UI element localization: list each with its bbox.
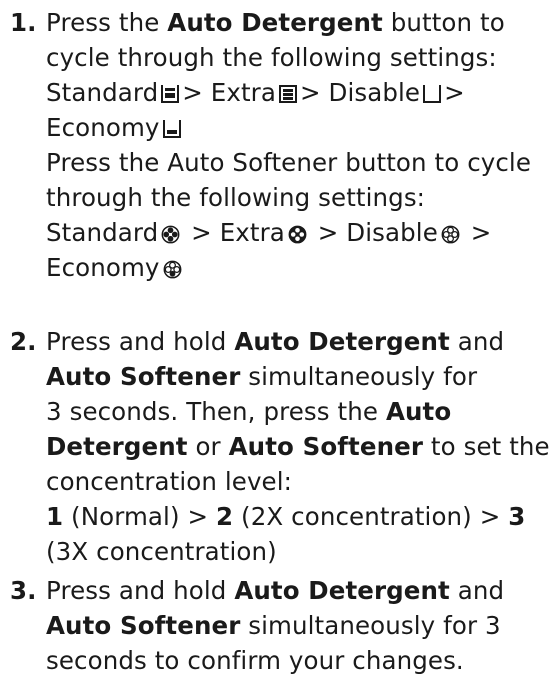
text: Press and hold [46, 576, 235, 605]
step-1-line-2: cycle through the following settings: [46, 43, 497, 72]
step-3-content: Press and hold Auto Detergent and Auto S… [46, 573, 550, 678]
auto-softener-label: Auto Softener [46, 611, 241, 640]
step-2-line-4: Detergent or Auto Softener to set the [46, 429, 550, 464]
detergent-settings-line: Standard > Extra > Disable > [46, 75, 550, 110]
level-3: 3 [508, 502, 526, 531]
setting-extra: Extra [219, 218, 285, 247]
detergent-standard-icon [161, 85, 180, 103]
auto-softener-label: Auto Softener [228, 432, 424, 461]
setting-standard: Standard [46, 78, 159, 107]
step-3: 3. Press and hold Auto Detergent and Aut… [0, 573, 550, 678]
step-2: 2. Press and hold Auto Detergent and Aut… [0, 324, 550, 569]
step-3-line-3: seconds to confirm your changes. [46, 646, 464, 675]
auto-label: Auto [385, 397, 452, 426]
detergent-economy-icon [162, 120, 181, 138]
step-3-line-2: Auto Softener simultaneously for 3 [46, 608, 550, 643]
setting-disable: Disable [346, 218, 438, 247]
setting-standard: Standard [46, 218, 159, 247]
step-1-line-1: Press the Auto Detergent button to [46, 5, 550, 40]
auto-detergent-label: Auto Detergent [167, 8, 383, 37]
step-number: 3. [10, 576, 37, 605]
step-3-line-1: Press and hold Auto Detergent and [46, 573, 550, 608]
step-number: 2. [10, 327, 37, 356]
auto-softener-label: Auto Softener [46, 362, 241, 391]
text: (Normal) > [63, 502, 217, 531]
auto-detergent-label: Auto Detergent [234, 327, 450, 356]
setting-economy: Economy [46, 253, 160, 282]
separator: > [299, 78, 321, 107]
setting-economy: Economy [46, 113, 160, 142]
text: and [449, 327, 505, 356]
level-1: 1 [46, 502, 64, 531]
instructions-page: 1. Press the Auto Detergent button to cy… [0, 0, 550, 679]
step-2-line-1: Press and hold Auto Detergent and [46, 324, 550, 359]
step-2-line-5: concentration level: [46, 467, 292, 496]
detergent-label: Detergent [46, 432, 188, 461]
step-2-line-3: 3 seconds. Then, press the Auto [46, 394, 550, 429]
text: Press the [46, 8, 168, 37]
softener-disable-icon [441, 225, 460, 244]
setting-disable: Disable [328, 78, 421, 107]
step-1-content: Press the Auto Detergent button to cycle… [46, 5, 550, 285]
text: and [449, 576, 505, 605]
text: 3 seconds. Then, press the [46, 397, 386, 426]
detergent-settings-line-2: Economy [46, 110, 550, 145]
softener-economy-icon [163, 260, 181, 279]
text: button to [382, 8, 505, 37]
separator: > [317, 218, 339, 247]
softener-settings-line: Standard > Extra > Disable > [46, 215, 550, 250]
detergent-disable-icon [423, 85, 442, 103]
text: to set the [423, 432, 550, 461]
softener-line-2: through the following settings: [46, 183, 426, 212]
text: simultaneously for [240, 362, 478, 391]
softener-standard-icon [161, 225, 180, 244]
separator: > [191, 218, 212, 247]
softener-extra-icon [288, 225, 307, 244]
text: or [187, 432, 229, 461]
separator: > [182, 78, 203, 107]
softener-settings-line-2: Economy [46, 250, 550, 285]
separator: > [470, 218, 492, 247]
step-2-line-7: (3X concentration) [46, 537, 277, 566]
level-2: 2 [216, 502, 234, 531]
detergent-extra-icon [278, 85, 297, 103]
step-2-content: Press and hold Auto Detergent and Auto S… [46, 324, 550, 569]
text: (2X concentration) > [233, 502, 509, 531]
step-number: 1. [10, 8, 37, 37]
setting-extra: Extra [210, 78, 276, 107]
text: simultaneously for 3 [240, 611, 501, 640]
text: Press and hold [46, 327, 235, 356]
concentration-levels-line: 1 (Normal) > 2 (2X concentration) > 3 [46, 499, 550, 534]
auto-detergent-label: Auto Detergent [234, 576, 450, 605]
step-1: 1. Press the Auto Detergent button to cy… [0, 5, 550, 285]
separator: > [444, 78, 465, 107]
softener-line-1: Press the Auto Softener button to cycle [46, 148, 532, 177]
step-2-line-2: Auto Softener simultaneously for [46, 359, 550, 394]
